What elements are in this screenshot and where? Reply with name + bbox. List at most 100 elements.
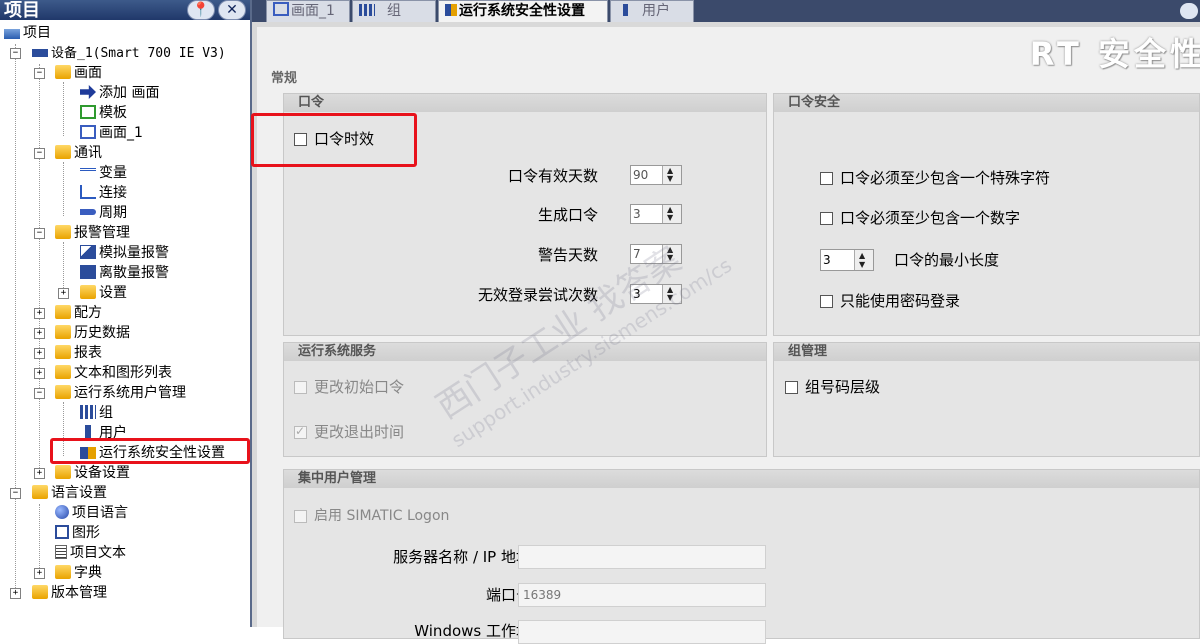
group-title: 运行系统服务 (298, 344, 377, 359)
tree-item-label: 设置 (99, 285, 127, 301)
tree-item-version-management[interactable]: 版本管理 (32, 583, 107, 603)
tree-item-device-settings[interactable]: 设备设置 (55, 463, 130, 483)
tree-item-add-screen[interactable]: 添加 画面 (80, 83, 159, 103)
spin-up-icon[interactable]: ▲ (859, 252, 865, 260)
expand-icon[interactable]: + (34, 568, 45, 579)
group-title: 口令 (298, 95, 325, 110)
tree-item-connections[interactable]: 连接 (80, 183, 127, 203)
change-initial-password-checkbox[interactable] (294, 381, 307, 394)
expand-icon[interactable]: + (10, 588, 21, 599)
graphic-icon (55, 525, 69, 539)
scroll-left-icon[interactable] (1180, 3, 1198, 19)
group-hierarchy-checkbox[interactable] (785, 381, 798, 394)
tree-item-device[interactable]: 设备_1(Smart 700 IE V3) (32, 43, 226, 63)
group-icon (359, 4, 375, 16)
folder-icon (55, 225, 71, 239)
tree-item-alarm-management[interactable]: 报警管理 (55, 223, 130, 243)
tree-item-label: 版本管理 (51, 585, 107, 601)
security-settings-page: RT 安全性 常规 口令 口令时效 口令有效天数 90 ▲ ▼ 生成口令 3 ▲ ▼… (251, 27, 1200, 644)
pin-icon[interactable]: 📍 (187, 0, 215, 20)
tree-item-label: 图形 (72, 525, 100, 541)
collapse-icon[interactable]: − (34, 68, 45, 79)
tab-users[interactable]: 用户 (610, 0, 694, 22)
server-name-label: 服务器名称 / IP 地址 (393, 548, 531, 566)
analog-alarm-icon (80, 245, 96, 259)
security-settings-icon (445, 4, 457, 16)
tree-item-label: 历史数据 (74, 325, 130, 341)
tree-item-label: 画面_1 (99, 125, 143, 141)
expand-icon[interactable]: + (34, 308, 45, 319)
tree-item-project[interactable]: 项目 (4, 23, 51, 43)
collapse-icon[interactable]: − (34, 388, 45, 399)
digit-label: 口令必须至少包含一个数字 (840, 209, 1021, 227)
tree-item-recipes[interactable]: 配方 (55, 303, 102, 323)
tree-item-label: 模拟量报警 (99, 245, 169, 261)
collapse-icon[interactable]: − (10, 488, 21, 499)
tree-item-label: 设备_1(Smart 700 IE V3) (51, 46, 226, 61)
user-icon (623, 4, 628, 16)
tree-item-tags[interactable]: 变量 (80, 163, 127, 183)
editor-content: RT 安全性 常规 口令 口令时效 口令有效天数 90 ▲ ▼ 生成口令 3 ▲ ▼… (251, 22, 1200, 644)
spin-down-icon[interactable]: ▼ (667, 175, 673, 183)
highlight-box-expiry (251, 113, 417, 167)
tree-item-discrete-alarms[interactable]: 离散量报警 (80, 263, 169, 283)
collapse-icon[interactable]: − (34, 228, 45, 239)
expand-icon[interactable]: + (34, 468, 45, 479)
collapse-icon[interactable]: − (10, 48, 21, 59)
collapse-icon[interactable]: − (34, 148, 45, 159)
expand-icon[interactable]: + (34, 328, 45, 339)
windows-workgroup-input[interactable] (518, 620, 766, 644)
tree-item-screens[interactable]: 画面 (55, 63, 102, 83)
tree-item-language-settings[interactable]: 语言设置 (32, 483, 107, 503)
screen-icon (80, 125, 96, 139)
close-icon[interactable]: ✕ (218, 0, 246, 20)
tree-item-text-graphic-lists[interactable]: 文本和图形列表 (55, 363, 172, 383)
password-only-checkbox[interactable] (820, 295, 833, 308)
project-tree-header: 项目 📍 ✕ (0, 0, 250, 21)
expand-icon[interactable]: + (34, 368, 45, 379)
tab-runtime-security-settings[interactable]: 运行系统安全性设置 (438, 0, 608, 23)
tree-item-label: 报表 (74, 345, 102, 361)
spin-down-icon[interactable]: ▼ (859, 261, 865, 269)
tree-item-label: 配方 (74, 305, 102, 321)
digit-checkbox[interactable] (820, 212, 833, 225)
tree-item-historical-data[interactable]: 历史数据 (55, 323, 130, 343)
section-general-label: 常规 (271, 71, 298, 86)
special-char-checkbox[interactable] (820, 172, 833, 185)
tree-item-cycles[interactable]: 周期 (80, 203, 127, 223)
tree-item-graphics[interactable]: 图形 (55, 523, 100, 543)
spin-down-icon[interactable]: ▼ (667, 214, 673, 222)
tree-item-label: 添加 画面 (99, 85, 160, 101)
tree-item-project-languages[interactable]: 项目语言 (55, 503, 128, 523)
central-user-management-group: 集中用户管理 启用 SIMATIC Logon 服务器名称 / IP 地址 端口… (283, 469, 1200, 644)
valid-days-spinner[interactable]: 90 ▲ ▼ (630, 165, 682, 185)
tree-item-communication[interactable]: 通讯 (55, 143, 102, 163)
tree-item-runtime-user-admin[interactable]: 运行系统用户管理 (55, 383, 186, 403)
tree-item-alarm-settings[interactable]: 设置 (80, 283, 127, 303)
tree-item-groups[interactable]: 组 (80, 403, 113, 423)
generations-spinner[interactable]: 3 ▲ ▼ (630, 204, 682, 224)
port-input[interactable]: 16389 (518, 583, 766, 607)
tab-screen-1[interactable]: 画面_1 (266, 0, 350, 22)
globe-icon (55, 505, 69, 519)
expand-icon[interactable]: + (58, 288, 69, 299)
tree-item-label: 项目 (23, 25, 51, 41)
server-name-input[interactable] (518, 545, 766, 569)
change-logout-time-checkbox[interactable] (294, 424, 307, 439)
min-length-spinner[interactable]: 3 ▲ ▼ (820, 249, 874, 271)
tree-item-dictionaries[interactable]: 字典 (55, 563, 102, 583)
folder-icon (55, 305, 71, 319)
tree-item-analog-alarms[interactable]: 模拟量报警 (80, 243, 169, 263)
tree-item-reports[interactable]: 报表 (55, 343, 102, 363)
tab-groups[interactable]: 组 (352, 0, 436, 22)
expand-icon[interactable]: + (34, 348, 45, 359)
tree-item-label: 设备设置 (74, 465, 130, 481)
tree-item-label: 连接 (99, 185, 127, 201)
tree-item-label: 报警管理 (74, 225, 130, 241)
tree-item-template[interactable]: 模板 (80, 103, 127, 123)
tree-item-screen-1[interactable]: 画面_1 (80, 123, 143, 143)
project-tree-panel: 项目 📍 ✕ 项目 − 设备_1(Smart 700 IE V3) − 画面 添… (0, 0, 252, 627)
tree-item-project-texts[interactable]: 项目文本 (55, 543, 126, 563)
enable-simatic-logon-checkbox[interactable] (294, 510, 307, 523)
change-initial-password-label: 更改初始口令 (314, 378, 405, 396)
